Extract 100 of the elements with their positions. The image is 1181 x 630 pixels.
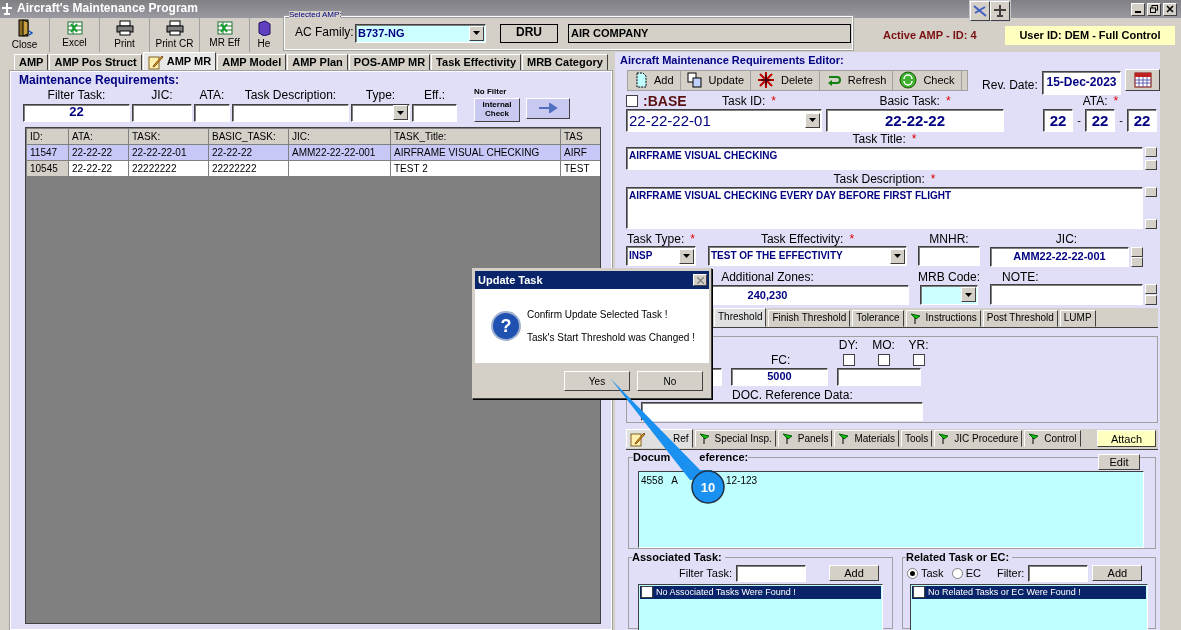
internal-check-button[interactable]: Internal Check xyxy=(474,97,520,122)
tab[interactable]: Instructions xyxy=(905,309,981,327)
column-header[interactable]: ATA: xyxy=(68,128,129,145)
checkbox[interactable] xyxy=(913,586,925,599)
tab[interactable]: Tolerance xyxy=(852,309,904,327)
basic-task-field[interactable]: 22-22-22 xyxy=(826,108,1004,132)
checkbox[interactable] xyxy=(626,94,638,107)
restore-button[interactable] xyxy=(1147,2,1161,16)
scroll-arrow-button[interactable] xyxy=(1145,294,1157,305)
date-field[interactable]: 15-Dec-2023 xyxy=(1041,70,1122,95)
task-title-field[interactable]: AIRFRAME VISUAL CHECKING xyxy=(626,146,1143,170)
filter-field[interactable] xyxy=(736,564,806,582)
ata-field[interactable]: 22 xyxy=(1043,108,1073,132)
cancel-button[interactable]: No xyxy=(637,371,703,391)
mrb-code-dropdown[interactable] xyxy=(920,284,978,305)
scroll-arrow-button[interactable] xyxy=(1145,218,1157,229)
filter-field[interactable] xyxy=(194,103,230,122)
column-header[interactable]: TASK_Title: xyxy=(390,128,561,145)
table-row[interactable]: 10545 22-22-22 22222222 22222222 TEST 2 TEST xyxy=(26,160,600,177)
type-dropdown[interactable] xyxy=(351,103,410,122)
jic-field[interactable]: AMM22-22-22-001 xyxy=(990,246,1129,267)
close-button[interactable] xyxy=(693,274,707,286)
toolbar-button[interactable]: Excel xyxy=(50,18,100,52)
filter-field[interactable]: 22 xyxy=(23,103,130,122)
dropdown-arrow-icon xyxy=(683,254,690,259)
ac-family-dropdown[interactable]: B737-NG xyxy=(355,23,486,43)
checkbox[interactable] xyxy=(877,353,890,366)
toolbar-button[interactable]: Print xyxy=(100,18,150,52)
required-mark: * xyxy=(945,93,951,108)
toolbar-button[interactable]: MR Eff xyxy=(200,18,250,52)
separator: - xyxy=(1076,113,1082,127)
dropdown-arrow-icon xyxy=(473,31,480,35)
filter-field[interactable] xyxy=(1028,564,1089,582)
tab[interactable]: Finish Threshold xyxy=(768,309,851,327)
tab[interactable]: Materials xyxy=(834,430,899,448)
fc-field[interactable]: 5000 xyxy=(731,367,828,386)
ata-field[interactable]: 22 xyxy=(1085,108,1115,132)
task-id-dropdown[interactable]: 22-22-22-01 xyxy=(626,108,822,132)
toolbar-button[interactable]: Delete xyxy=(751,70,820,90)
task-effectivity-dropdown[interactable]: TEST OF THE EFFECTIVITY xyxy=(708,246,907,267)
task-description-field[interactable]: AIRFRAME VISUAL CHECKING EVERY DAY BEFORE FIRST FLIGHT xyxy=(626,186,1143,229)
edit-button[interactable]: Edit xyxy=(1098,453,1140,470)
tab[interactable]: LUMP xyxy=(1059,309,1096,327)
radio-label[interactable]: Task xyxy=(921,566,944,580)
scroll-arrow-button[interactable] xyxy=(1131,246,1143,257)
dropdown-arrow-icon xyxy=(894,254,901,259)
radio-label[interactable]: EC xyxy=(965,566,981,580)
filter-field[interactable] xyxy=(232,103,349,122)
column-header[interactable]: JIC: xyxy=(288,128,391,145)
column-header[interactable]: TASK: xyxy=(128,128,209,145)
scroll-arrow-button[interactable] xyxy=(1131,256,1143,267)
doc-reference-field[interactable] xyxy=(641,401,923,421)
column-header[interactable]: ID: xyxy=(26,128,69,145)
toolbar-button[interactable]: Close xyxy=(0,18,50,52)
checkbox[interactable] xyxy=(641,586,653,599)
dropdown-arrow-icon xyxy=(397,110,404,115)
scroll-arrow-button[interactable] xyxy=(1145,283,1157,294)
checkbox[interactable] xyxy=(842,353,855,366)
column-header[interactable]: BASIC_TASK: xyxy=(208,128,289,145)
table-row[interactable]: 11547 22-22-22 22-22-22-01 22-22-22 AMM22-22-22-001 AIRFRAME VISUAL CHECKING AIRF xyxy=(26,144,600,161)
tab[interactable]: Threshold xyxy=(714,307,767,327)
tab[interactable]: JIC Procedure xyxy=(934,430,1023,448)
add-button[interactable]: Add xyxy=(1092,565,1143,582)
scroll-arrow-button[interactable] xyxy=(1145,146,1157,157)
toolbar-button[interactable]: Refresh xyxy=(819,70,894,90)
toolbar-button[interactable]: Add xyxy=(628,70,681,90)
ata-field[interactable]: 22 xyxy=(1127,108,1157,132)
group-label: Docum xyxy=(633,450,671,464)
radio-button[interactable] xyxy=(907,567,918,579)
tab[interactable]: Post Threshold xyxy=(982,309,1058,327)
task-type-dropdown[interactable]: INSP xyxy=(626,246,696,267)
toolbar-button[interactable]: He xyxy=(250,18,278,52)
tab[interactable]: Tools xyxy=(901,430,933,448)
field-label: Type: xyxy=(365,89,396,103)
toolbar-button[interactable] xyxy=(970,1,990,21)
filter-field[interactable] xyxy=(132,103,192,122)
filter-field[interactable] xyxy=(412,103,457,122)
tab[interactable]: Special Insp. xyxy=(694,430,776,448)
checkbox[interactable] xyxy=(912,353,925,366)
minimize-button[interactable] xyxy=(1131,2,1145,16)
toolbar-button[interactable]: Check xyxy=(893,70,962,90)
toolbar-button[interactable]: Update xyxy=(680,70,752,90)
field-label: JIC: xyxy=(1055,231,1078,246)
tab[interactable]: Control xyxy=(1024,430,1081,448)
calendar-button[interactable] xyxy=(1125,68,1160,91)
toolbar-button[interactable] xyxy=(990,1,1010,21)
attach-button[interactable]: Attach xyxy=(1097,430,1156,448)
scroll-arrow-button[interactable] xyxy=(1145,186,1157,197)
next-button[interactable] xyxy=(526,97,570,119)
column-header[interactable]: TAS xyxy=(560,128,600,145)
note-field[interactable] xyxy=(990,283,1143,305)
scroll-arrow-button[interactable] xyxy=(1145,159,1157,170)
mnhr-field[interactable] xyxy=(918,246,980,267)
separator: - xyxy=(1118,113,1124,127)
close-button[interactable] xyxy=(1163,2,1177,16)
confirm-button[interactable]: Yes xyxy=(564,371,630,391)
input-field[interactable] xyxy=(837,367,921,386)
radio-button[interactable] xyxy=(951,567,963,579)
add-button[interactable]: Add xyxy=(829,565,879,582)
tab[interactable]: Panels xyxy=(777,430,833,448)
